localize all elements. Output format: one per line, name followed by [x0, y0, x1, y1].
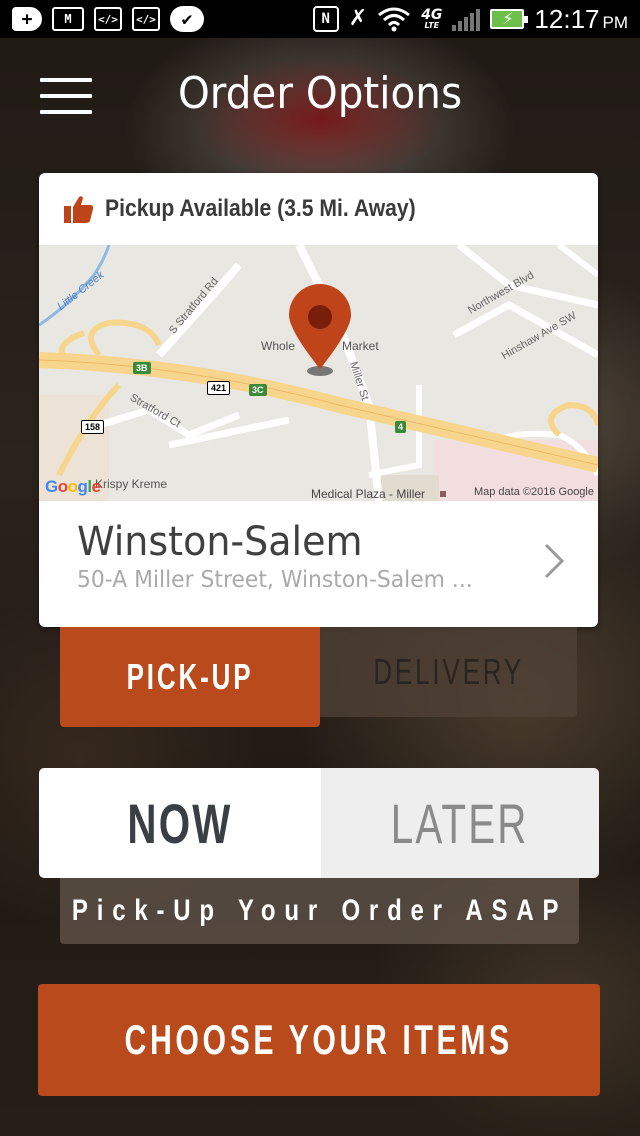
clock-ampm: PM [602, 12, 629, 32]
signal-icon [452, 7, 481, 31]
asap-banner: Pick-Up Your Order ASAP [60, 878, 579, 944]
map-shield-158: 158 [81, 420, 105, 434]
store-street-address: 50-A Miller Street, Winston-Salem ... [77, 567, 473, 593]
later-button[interactable]: LATER [321, 768, 599, 878]
code-icon: </> [132, 7, 160, 31]
add-icon: + [12, 7, 42, 31]
network-subtype: LTE [424, 21, 440, 30]
map-shield-3b: 3B [133, 362, 151, 374]
pickup-button[interactable]: PICK-UP [60, 627, 320, 727]
clock-time: 12:17 [534, 3, 600, 34]
page-title: Order Options [177, 68, 463, 119]
code-icon: </> [94, 7, 122, 31]
now-button[interactable]: NOW [39, 768, 321, 878]
map-shield-4: 4 [395, 421, 407, 433]
delivery-button-label: DELIVERY [373, 651, 524, 692]
asap-banner-text: Pick-Up Your Order ASAP [71, 894, 568, 927]
fulfillment-toggle: PICK-UP DELIVERY [60, 627, 577, 727]
now-button-label: NOW [127, 791, 233, 855]
pickup-button-label: PICK-UP [126, 656, 254, 697]
store-address-row[interactable]: Winston-Salem 50-A Miller Street, Winsto… [39, 501, 598, 627]
checkmark-app-icon: ✔ [170, 6, 204, 32]
map-attribution: Map data ©2016 Google [473, 486, 594, 498]
location-card: Pickup Available (3.5 Mi. Away) Little C… [39, 173, 598, 627]
app-header: Order Options [0, 38, 640, 158]
store-city: Winston-Salem [77, 519, 363, 565]
choose-items-button[interactable]: CHOOSE YOUR ITEMS [38, 984, 600, 1096]
wifi-icon [378, 7, 411, 32]
timing-toggle: NOW LATER [39, 768, 599, 878]
gmail-icon: M [52, 7, 84, 31]
network-type: 4G [421, 7, 443, 23]
mute-icon: ✗ [348, 6, 368, 31]
nfc-icon: N [312, 6, 339, 32]
pickup-available-text: Pickup Available (3.5 Mi. Away) [105, 195, 416, 222]
map-label-whole: Whole [261, 339, 296, 353]
store-map[interactable]: Little Creek S Stratford Rd Whole Market… [39, 245, 598, 501]
map-label-market: Market [342, 339, 379, 353]
delivery-button[interactable]: DELIVERY [320, 627, 577, 717]
map-label-krispy-kreme: Krispy Kreme [95, 477, 168, 491]
choose-items-label: CHOOSE YOUR ITEMS [124, 1016, 514, 1063]
battery-charging-icon: ⚡ [490, 9, 529, 29]
pickup-availability: Pickup Available (3.5 Mi. Away) [39, 173, 598, 245]
map-shield-3c: 3C [249, 384, 267, 396]
google-logo: Google [45, 477, 101, 496]
later-button-label: LATER [391, 791, 529, 855]
status-bar: + M </> </> ✔ N ✗ 4G LTE ⚡ 12:17 PM [0, 0, 640, 38]
map-label-medical-plaza: Medical Plaza - Miller [311, 487, 426, 501]
map-shield-421: 421 [207, 381, 231, 395]
chevron-right-icon [544, 543, 565, 579]
thumbs-up-icon [64, 196, 94, 223]
